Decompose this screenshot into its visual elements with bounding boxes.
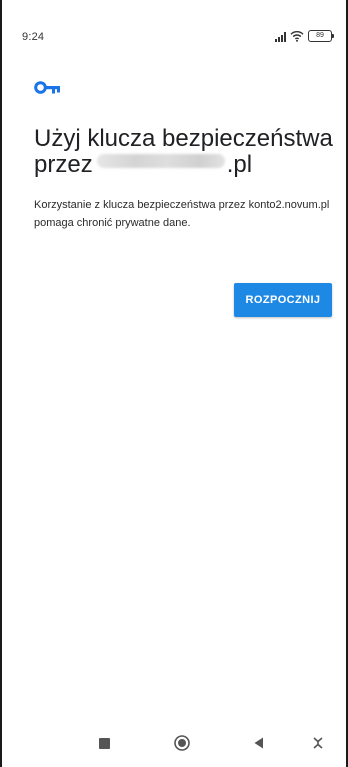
page-title: Użyj klucza bezpieczeństwa przez .pl xyxy=(34,126,334,178)
redacted-domain xyxy=(96,154,225,168)
title-line-1: Użyj klucza bezpieczeństwa xyxy=(34,125,333,152)
status-icons: 89 xyxy=(275,28,334,42)
home-icon[interactable] xyxy=(170,731,194,755)
start-button[interactable]: ROZPOCZNIJ xyxy=(234,283,332,317)
back-icon[interactable] xyxy=(247,731,271,755)
navigation-bar xyxy=(2,719,346,767)
status-bar: 9:24 89 xyxy=(2,0,346,56)
description-text: Korzystanie z klucza bezpieczeństwa prze… xyxy=(34,199,330,229)
status-time: 9:24 xyxy=(22,31,45,43)
key-icon xyxy=(34,81,60,94)
phone-screen: 9:24 89 Użyj klucza bezpieczeństwa przez… xyxy=(0,0,348,767)
wifi-icon xyxy=(290,31,304,42)
title-line-2-suffix: .pl xyxy=(226,151,253,178)
signal-icon xyxy=(275,32,286,42)
accessibility-icon[interactable] xyxy=(306,731,330,755)
title-line-2-prefix: przez xyxy=(34,151,93,178)
recents-icon[interactable] xyxy=(92,731,116,755)
battery-icon: 89 xyxy=(308,30,334,42)
